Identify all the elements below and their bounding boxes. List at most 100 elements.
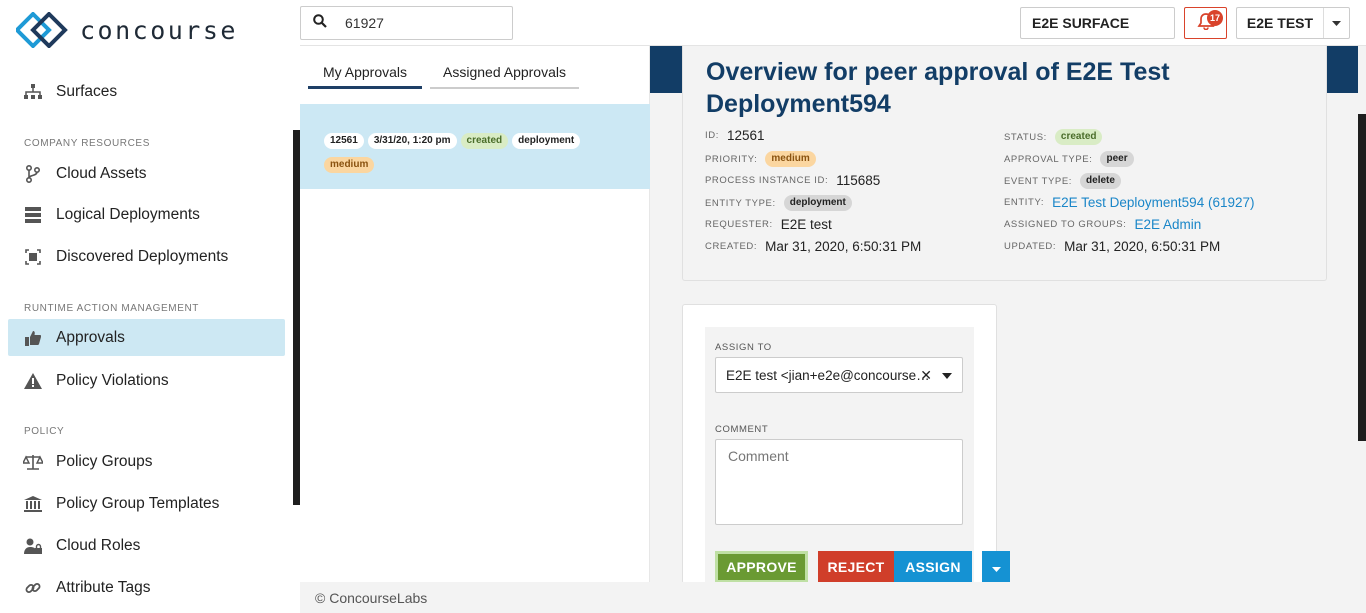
comment-textarea[interactable]: Comment bbox=[715, 439, 963, 525]
sidebar-scrollbar[interactable] bbox=[293, 130, 300, 505]
status-badge: created bbox=[1054, 129, 1103, 145]
field-status: STATUS: created bbox=[1004, 129, 1106, 145]
assigned-groups-label: ASSIGNED TO GROUPS: bbox=[1004, 219, 1127, 230]
nav-surfaces-label: Surfaces bbox=[56, 82, 118, 100]
search-icon bbox=[313, 13, 327, 33]
field-id: ID: 12561 bbox=[705, 128, 765, 143]
approval-detail: Overview for peer approval of E2E Test D… bbox=[650, 46, 1366, 585]
entity-link[interactable]: E2E Test Deployment594 (61927) bbox=[1052, 195, 1254, 210]
assign-form: ASSIGN TO E2E test <jian+e2e@concourse… … bbox=[705, 327, 1010, 585]
reject-button[interactable]: REJECT bbox=[818, 551, 894, 583]
field-entity-type: ENTITY TYPE: deployment bbox=[705, 195, 856, 211]
updated-value: Mar 31, 2020, 6:50:31 PM bbox=[1064, 239, 1221, 254]
requester-value: E2E test bbox=[780, 217, 832, 232]
nav-policy-groups[interactable]: Policy Groups bbox=[8, 443, 285, 480]
clear-icon[interactable]: ✕ bbox=[920, 367, 932, 384]
updated-label: UPDATED: bbox=[1004, 241, 1057, 252]
balance-scale-icon bbox=[23, 452, 43, 472]
field-assigned-groups: ASSIGNED TO GROUPS: E2E Admin bbox=[1004, 217, 1201, 232]
approve-button[interactable]: APPROVE bbox=[715, 551, 808, 583]
page-title: Overview for peer approval of E2E Test D… bbox=[706, 58, 1170, 118]
approval-card[interactable]: 12561 3/31/20, 1:20 pm created deployment m… bbox=[300, 104, 650, 189]
field-event-type: EVENT TYPE: delete bbox=[1004, 173, 1125, 189]
nav-policy-violations[interactable]: Policy Violations bbox=[8, 362, 285, 399]
status-badge: created bbox=[460, 133, 509, 149]
created-value: Mar 31, 2020, 6:50:31 PM bbox=[765, 239, 922, 254]
user-menu[interactable]: E2E TEST bbox=[1236, 7, 1350, 39]
field-process-instance: PROCESS INSTANCE ID: 115685 bbox=[705, 173, 880, 188]
section-company-resources: COMPANY RESOURCES bbox=[24, 138, 150, 149]
logo[interactable]: concourse bbox=[16, 12, 238, 48]
scan-icon bbox=[23, 247, 43, 267]
nav-approvals-label: Approvals bbox=[56, 328, 125, 346]
assign-button[interactable]: ASSIGN bbox=[894, 551, 972, 583]
field-approval-type: APPROVAL TYPE: peer bbox=[1004, 151, 1138, 167]
nav-policy-group-templates-label: Policy Group Templates bbox=[56, 494, 220, 512]
sitemap-icon bbox=[23, 82, 43, 102]
nav-logical-deployments[interactable]: Logical Deployments bbox=[8, 196, 285, 233]
requester-label: REQUESTER: bbox=[705, 219, 773, 230]
nav-cloud-assets-label: Cloud Assets bbox=[56, 164, 147, 182]
notification-count-badge: 17 bbox=[1207, 10, 1223, 26]
field-created: CREATED: Mar 31, 2020, 6:50:31 PM bbox=[705, 239, 921, 254]
tab-assigned-approvals[interactable]: Assigned Approvals bbox=[430, 64, 579, 89]
approval-type-badge: peer bbox=[1100, 151, 1134, 167]
tab-my-approvals[interactable]: My Approvals bbox=[308, 64, 422, 89]
nav-policy-group-templates[interactable]: Policy Group Templates bbox=[8, 485, 285, 522]
assign-options-button[interactable] bbox=[982, 551, 1010, 583]
nav-logical-deployments-label: Logical Deployments bbox=[56, 205, 200, 223]
warning-icon bbox=[23, 371, 43, 391]
event-type-badge: delete bbox=[1080, 173, 1121, 189]
approval-id-badge: 12561 bbox=[324, 133, 364, 149]
section-runtime-action-management: RUNTIME ACTION MANAGEMENT bbox=[24, 303, 200, 314]
priority-label: PRIORITY: bbox=[705, 153, 758, 165]
concourse-logo-icon bbox=[16, 12, 68, 48]
branch-icon bbox=[23, 164, 43, 184]
caret-down-icon[interactable] bbox=[942, 373, 952, 379]
search-box[interactable]: 61927 bbox=[300, 6, 513, 40]
approvals-list-pane: My Approvals Assigned Approvals 12561 3/3… bbox=[300, 46, 650, 582]
entity-type-badge: deployment bbox=[512, 133, 581, 149]
nav-surfaces[interactable]: Surfaces bbox=[8, 73, 285, 110]
surface-selector[interactable]: E2E SURFACE bbox=[1020, 7, 1175, 39]
created-label: CREATED: bbox=[705, 241, 758, 252]
assign-to-select[interactable]: E2E test <jian+e2e@concourse… ✕ bbox=[715, 357, 963, 393]
search-input[interactable]: 61927 bbox=[345, 15, 384, 31]
id-value: 12561 bbox=[726, 128, 765, 143]
field-priority: PRIORITY: medium bbox=[705, 151, 820, 167]
nav-attribute-tags[interactable]: Attribute Tags bbox=[8, 569, 285, 606]
top-bar: 61927 E2E SURFACE 17 E2E TEST bbox=[300, 0, 1366, 46]
user-lock-icon bbox=[23, 536, 43, 556]
nav-discovered-deployments[interactable]: Discovered Deployments bbox=[8, 238, 285, 275]
status-label: STATUS: bbox=[1004, 131, 1047, 143]
nav-cloud-roles[interactable]: Cloud Roles bbox=[8, 527, 285, 564]
nav-cloud-assets[interactable]: Cloud Assets bbox=[8, 155, 285, 192]
assign-to-label: ASSIGN TO bbox=[715, 342, 772, 353]
nav-discovered-deployments-label: Discovered Deployments bbox=[56, 247, 229, 265]
institution-icon bbox=[23, 494, 43, 514]
nav-cloud-roles-label: Cloud Roles bbox=[56, 536, 141, 554]
event-type-label: EVENT TYPE: bbox=[1004, 175, 1073, 187]
logo-text: concourse bbox=[80, 15, 238, 45]
link-icon bbox=[23, 578, 43, 598]
chevron-down-icon[interactable] bbox=[1324, 8, 1349, 38]
nav-policy-groups-label: Policy Groups bbox=[56, 452, 153, 470]
entity-type-label: ENTITY TYPE: bbox=[705, 197, 776, 209]
content-scrollbar[interactable] bbox=[1358, 114, 1366, 441]
footer: © ConcourseLabs bbox=[300, 582, 1366, 613]
process-instance-label: PROCESS INSTANCE ID: bbox=[705, 175, 829, 186]
section-policy: POLICY bbox=[24, 426, 65, 437]
priority-badge: medium bbox=[765, 151, 816, 167]
assigned-group-link[interactable]: E2E Admin bbox=[1134, 217, 1201, 232]
priority-badge: medium bbox=[324, 157, 375, 173]
server-icon bbox=[23, 205, 43, 225]
caret-down-icon bbox=[991, 559, 1001, 575]
comment-label: COMMENT bbox=[715, 424, 769, 435]
assign-to-value: E2E test <jian+e2e@concourse… bbox=[726, 367, 930, 383]
approval-type-label: APPROVAL TYPE: bbox=[1004, 153, 1093, 165]
approval-date-badge: 3/31/20, 1:20 pm bbox=[367, 133, 457, 149]
field-entity: ENTITY: E2E Test Deployment594 (61927) bbox=[1004, 195, 1254, 210]
overview-panel: Overview for peer approval of E2E Test D… bbox=[682, 46, 1327, 281]
notifications-button[interactable]: 17 bbox=[1184, 7, 1227, 39]
nav-approvals[interactable]: Approvals bbox=[8, 319, 285, 356]
